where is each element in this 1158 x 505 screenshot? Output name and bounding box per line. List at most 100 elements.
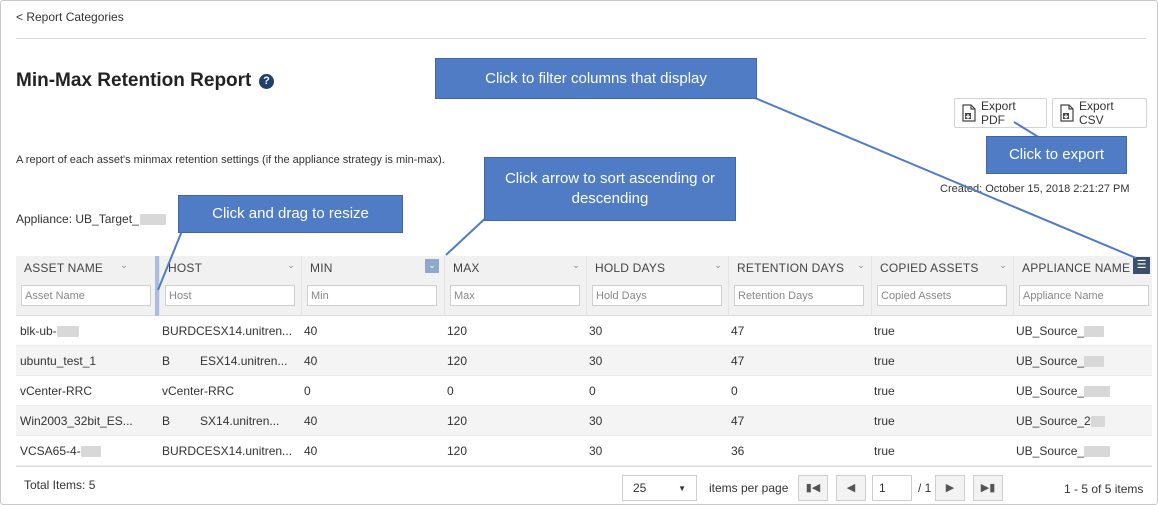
redacted-text bbox=[1090, 416, 1105, 428]
cell-host: B SX14.unitren... bbox=[162, 414, 280, 428]
column-header-host[interactable]: HOST ⌄ bbox=[159, 256, 301, 316]
column-title: HOLD DAYS bbox=[595, 261, 666, 275]
cell-min: 40 bbox=[304, 414, 318, 428]
cell-asset-name: ubuntu_test_1 bbox=[20, 354, 97, 368]
filter-appliance-name-input[interactable] bbox=[1019, 285, 1149, 306]
cell-copied-assets: true bbox=[874, 324, 895, 338]
cell-retention-days: 47 bbox=[731, 324, 745, 338]
cell-min: 40 bbox=[304, 444, 318, 458]
page-number-input[interactable]: 1 bbox=[872, 475, 912, 501]
last-page-button[interactable]: ▶▮ bbox=[973, 475, 1003, 501]
export-document-icon bbox=[1059, 104, 1075, 122]
items-per-page-label: items per page bbox=[709, 481, 789, 495]
filter-columns-callout: Click to filter columns that display bbox=[435, 58, 757, 99]
filter-copied-assets-input[interactable] bbox=[877, 285, 1007, 306]
column-header-copied-assets[interactable]: COPIED ASSETS ⌄ bbox=[871, 256, 1013, 316]
filter-asset-name-input[interactable] bbox=[21, 285, 151, 306]
column-header-appliance-name[interactable]: APPLIANCE NAME bbox=[1013, 256, 1152, 316]
question-circle-icon[interactable]: ? bbox=[259, 74, 274, 89]
redacted-text bbox=[80, 446, 101, 458]
last-page-icon: ▶▮ bbox=[980, 482, 996, 494]
export-csv-label: Export CSV bbox=[1079, 99, 1114, 127]
redacted-text bbox=[1084, 446, 1111, 458]
appliance-label: Appliance: UB_Target_ bbox=[16, 212, 166, 226]
cell-copied-assets: true bbox=[874, 384, 895, 398]
previous-page-icon: ◀ bbox=[846, 482, 856, 494]
sort-chevron-icon[interactable]: ⌄ bbox=[569, 259, 583, 273]
cell-min: 40 bbox=[304, 354, 318, 368]
export-csv-button[interactable]: Export CSV bbox=[1052, 98, 1147, 128]
redacted-text bbox=[56, 326, 79, 338]
column-title: APPLIANCE NAME bbox=[1022, 261, 1131, 275]
cell-retention-days: 36 bbox=[731, 444, 745, 458]
cell-asset-name: vCenter-RRC bbox=[20, 384, 93, 398]
cell-asset-name: VCSA65-4- bbox=[20, 436, 154, 466]
cell-hold-days: 0 bbox=[589, 384, 596, 398]
next-page-button[interactable]: ▶ bbox=[935, 475, 965, 501]
table-row[interactable]: VCSA65-4- BURDCESX14.unitren... 40 120 3… bbox=[16, 436, 1152, 466]
column-menu-icon[interactable]: ☰ bbox=[1133, 257, 1150, 274]
export-pdf-button[interactable]: Export PDF bbox=[954, 98, 1047, 128]
page-title: Min-Max Retention Report bbox=[16, 70, 252, 91]
report-description: A report of each asset's minmax retentio… bbox=[16, 154, 445, 166]
cell-asset-name: blk-ub- bbox=[20, 316, 154, 346]
appliance-text: Appliance: UB_Target_ bbox=[16, 212, 139, 226]
sort-chevron-icon[interactable]: ⌄ bbox=[117, 259, 131, 273]
page-size-value: 25 bbox=[633, 481, 647, 495]
divider bbox=[16, 466, 1152, 467]
cell-appliance-name: UB_Source_ bbox=[1016, 376, 1149, 406]
cell-appliance-name: UB_Source_ bbox=[1016, 316, 1149, 346]
filter-host-input[interactable] bbox=[165, 285, 295, 306]
cell-min: 0 bbox=[304, 384, 311, 398]
column-header-min[interactable]: MIN ⌄ bbox=[301, 256, 444, 316]
first-page-button[interactable]: ▮◀ bbox=[798, 475, 828, 501]
cell-text: blk-ub- bbox=[20, 324, 57, 338]
sort-chevron-icon[interactable]: ⌄ bbox=[711, 259, 725, 273]
sort-chevron-icon[interactable]: ⌄ bbox=[284, 259, 298, 273]
export-callout: Click to export bbox=[986, 136, 1127, 174]
cell-retention-days: 47 bbox=[731, 414, 745, 428]
cell-max: 120 bbox=[447, 324, 468, 338]
sort-chevron-icon[interactable]: ⌄ bbox=[854, 259, 868, 273]
filter-min-input[interactable] bbox=[307, 285, 437, 306]
cell-text: UB_Source_ bbox=[1016, 444, 1085, 458]
previous-page-button[interactable]: ◀ bbox=[836, 475, 866, 501]
cell-host: BURDCESX14.unitren... bbox=[162, 444, 293, 458]
column-header-max[interactable]: MAX ⌄ bbox=[444, 256, 586, 316]
filter-retention-days-input[interactable] bbox=[734, 285, 864, 306]
column-header-asset-name[interactable]: ASSET NAME ⌄ bbox=[16, 256, 159, 316]
column-header-retention-days[interactable]: RETENTION DAYS ⌄ bbox=[728, 256, 871, 316]
redacted-text bbox=[1084, 356, 1105, 368]
cell-hold-days: 30 bbox=[589, 324, 603, 338]
filter-max-input[interactable] bbox=[450, 285, 580, 306]
sort-chevron-icon[interactable]: ⌄ bbox=[996, 259, 1010, 273]
page-size-select[interactable]: 25 ▼ bbox=[622, 475, 697, 501]
caret-down-icon: ▼ bbox=[678, 483, 686, 493]
cell-text: UB_Source_ bbox=[1016, 354, 1085, 368]
next-page-icon: ▶ bbox=[945, 482, 955, 494]
back-to-report-categories-link[interactable]: < Report Categories bbox=[16, 10, 124, 24]
table-row[interactable]: Win2003_32bit_ES... B SX14.unitren... 40… bbox=[16, 406, 1152, 436]
cell-host: BURDCESX14.unitren... bbox=[162, 324, 293, 338]
page-count-label: / 1 bbox=[918, 481, 932, 495]
sort-chevron-icon[interactable]: ⌄ bbox=[425, 259, 439, 273]
redacted-text bbox=[1084, 386, 1111, 398]
column-title: MAX bbox=[453, 261, 480, 275]
filter-hold-days-input[interactable] bbox=[592, 285, 722, 306]
redacted-text bbox=[139, 214, 166, 226]
divider bbox=[16, 38, 1146, 39]
cell-asset-name: Win2003_32bit_ES... bbox=[20, 414, 133, 428]
table-row[interactable]: blk-ub- BURDCESX14.unitren... 40 120 30 … bbox=[16, 316, 1152, 346]
cell-appliance-name: UB_Source_2 bbox=[1016, 406, 1149, 436]
column-title: ASSET NAME bbox=[24, 261, 104, 275]
column-header-hold-days[interactable]: HOLD DAYS ⌄ bbox=[586, 256, 728, 316]
table-row[interactable]: ubuntu_test_1 B ESX14.unitren... 40 120 … bbox=[16, 346, 1152, 376]
cell-text: UB_Source_2 bbox=[1016, 414, 1091, 428]
export-document-icon bbox=[961, 104, 977, 122]
item-range-label: 1 - 5 of 5 items bbox=[1064, 482, 1144, 496]
redacted-text bbox=[1084, 326, 1105, 338]
table-row[interactable]: vCenter-RRC vCenter-RRC 0 0 0 0 true UB_… bbox=[16, 376, 1152, 406]
cell-appliance-name: UB_Source_ bbox=[1016, 346, 1149, 376]
cell-text: VCSA65-4- bbox=[20, 444, 81, 458]
cell-retention-days: 47 bbox=[731, 354, 745, 368]
